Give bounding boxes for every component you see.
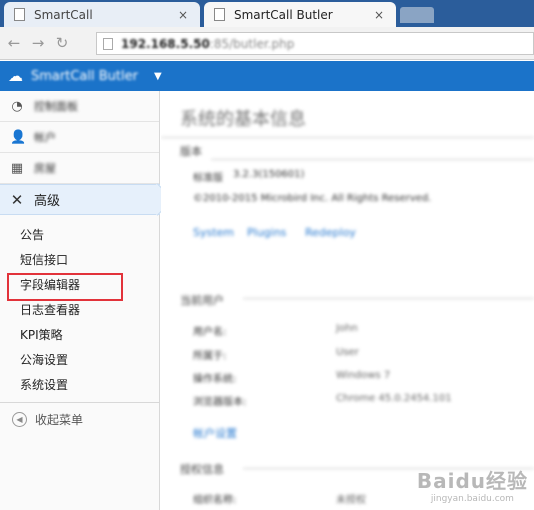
user-row-key: 操作系统: bbox=[193, 374, 237, 385]
page-title: 系统的基本信息 bbox=[180, 109, 306, 130]
page-favicon-icon bbox=[14, 8, 25, 21]
sidebar-item-label: 帐户 bbox=[34, 131, 56, 144]
user-row-key: 浏览器版本: bbox=[193, 397, 247, 408]
watermark: Baidu经验 jingyan.baidu.com bbox=[417, 465, 528, 504]
browser-tab-smartcall[interactable]: SmartCall × bbox=[4, 2, 200, 27]
submenu-item-field-editor[interactable]: 字段编辑器 bbox=[0, 273, 159, 301]
sidebar: ◔ 控制面板 👤 帐户 ▦ 房屋 ✕ 高级 公告 短信接口 字段编辑器 日志查看… bbox=[0, 91, 160, 510]
tab-title: SmartCall bbox=[34, 7, 93, 22]
current-user-section-title: 当前用户 bbox=[180, 294, 224, 307]
browser-tab-strip: SmartCall × SmartCall Butler × bbox=[0, 0, 534, 27]
reload-icon[interactable]: ↻ bbox=[52, 34, 72, 52]
license-row-value: 未授权 bbox=[336, 495, 366, 506]
user-row-value: Windows 7 bbox=[336, 370, 391, 381]
sidebar-item-housing[interactable]: ▦ 房屋 bbox=[0, 153, 159, 184]
browser-toolbar: ← → ↻ 192.168.5.50 :85/butler.php bbox=[0, 27, 534, 60]
user-row-value: Chrome 45.0.2454.101 bbox=[336, 393, 452, 404]
watermark-line2: jingyan.baidu.com bbox=[430, 494, 514, 504]
submenu-item-public-pool[interactable]: 公海设置 bbox=[0, 348, 159, 373]
forward-arrow-icon[interactable]: → bbox=[28, 34, 48, 52]
submenu-item-kpi-policy[interactable]: KPI策略 bbox=[0, 323, 159, 348]
version-section-title: 版本 bbox=[180, 145, 202, 158]
system-link[interactable]: System bbox=[193, 226, 234, 239]
close-tab-icon[interactable]: × bbox=[176, 8, 190, 22]
sidebar-item-label: 房屋 bbox=[34, 162, 56, 175]
url-path: :85/butler.php bbox=[209, 36, 295, 51]
user-row-value: User bbox=[336, 347, 359, 358]
license-section-title: 授权信息 bbox=[180, 463, 224, 476]
sidebar-item-advanced[interactable]: ✕ 高级 bbox=[0, 184, 160, 215]
version-label: 标准版 bbox=[193, 173, 223, 184]
user-row-value: John bbox=[336, 323, 358, 334]
copyright-text: ©2010-2015 Microbird Inc. All Rights Res… bbox=[193, 193, 432, 204]
dashboard-icon: ◔ bbox=[11, 98, 23, 114]
submenu-item-sms-interface[interactable]: 短信接口 bbox=[0, 248, 159, 273]
watermark-line1: Baidu经验 bbox=[416, 469, 528, 493]
grid-icon: ▦ bbox=[10, 160, 24, 176]
collapse-left-icon: ◀ bbox=[12, 411, 27, 427]
advanced-submenu: 公告 短信接口 字段编辑器 日志查看器 KPI策略 公海设置 系统设置 bbox=[0, 215, 159, 403]
close-tab-icon[interactable]: × bbox=[372, 8, 386, 22]
divider bbox=[211, 159, 534, 160]
license-row-key: 组织名称: bbox=[193, 495, 237, 506]
url-host: 192.168.5.50 bbox=[121, 36, 210, 51]
divider bbox=[161, 137, 534, 138]
account-settings-link[interactable]: 帐户设置 bbox=[193, 425, 237, 441]
main-content: 系统的基本信息 版本 标准版 3.2.3(150601) ©2010-2015 … bbox=[161, 91, 534, 510]
page-favicon-icon bbox=[214, 8, 225, 21]
submenu-item-system-settings[interactable]: 系统设置 bbox=[0, 373, 159, 398]
cloud-icon: ☁ bbox=[8, 67, 23, 85]
collapse-menu-label: 收起菜单 bbox=[35, 412, 84, 427]
address-bar[interactable]: 192.168.5.50 :85/butler.php bbox=[96, 32, 534, 55]
version-value: 3.2.3(150601) bbox=[233, 169, 305, 180]
user-row-key: 用户名: bbox=[193, 327, 227, 338]
app-title: SmartCall Butler bbox=[31, 68, 138, 84]
new-tab-button[interactable] bbox=[400, 7, 434, 23]
tools-icon: ✕ bbox=[10, 190, 24, 209]
sidebar-item-dashboard[interactable]: ◔ 控制面板 bbox=[0, 91, 159, 122]
page-icon bbox=[103, 37, 113, 50]
browser-tab-smartcall-butler[interactable]: SmartCall Butler × bbox=[204, 2, 396, 27]
collapse-menu-button[interactable]: ◀ 收起菜单 bbox=[0, 403, 159, 435]
divider bbox=[243, 298, 534, 299]
redeploy-link[interactable]: Redeploy bbox=[305, 226, 356, 239]
app-header: ☁ SmartCall Butler ▼ bbox=[0, 61, 534, 91]
user-row-key: 所属于: bbox=[193, 351, 227, 362]
submenu-item-announcement[interactable]: 公告 bbox=[0, 223, 159, 248]
sidebar-item-label: 高级 bbox=[34, 194, 61, 209]
plugins-link[interactable]: Plugins bbox=[247, 226, 286, 239]
chevron-down-icon[interactable]: ▼ bbox=[154, 71, 162, 82]
back-arrow-icon[interactable]: ← bbox=[4, 34, 24, 52]
sidebar-item-label: 控制面板 bbox=[34, 100, 78, 113]
sidebar-item-accounts[interactable]: 👤 帐户 bbox=[0, 122, 159, 153]
submenu-item-log-viewer[interactable]: 日志查看器 bbox=[0, 298, 159, 323]
user-icon: 👤 bbox=[10, 129, 27, 145]
tab-title: SmartCall Butler bbox=[234, 7, 333, 22]
